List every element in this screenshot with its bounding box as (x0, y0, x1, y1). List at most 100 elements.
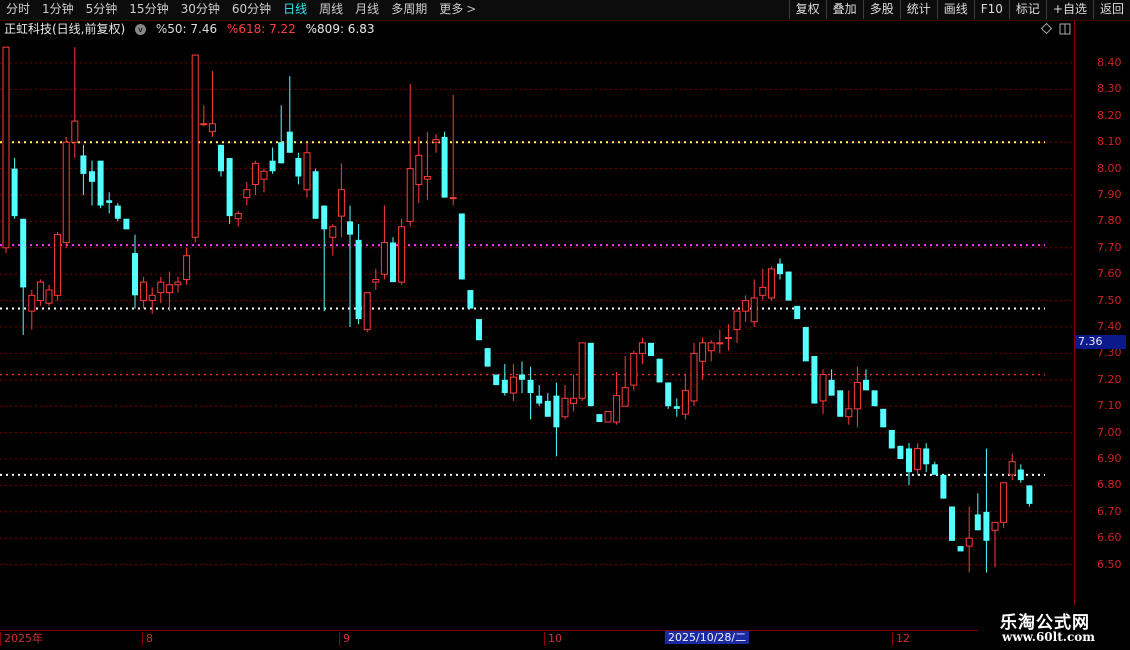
candle[interactable] (724, 324, 732, 351)
candle[interactable] (493, 374, 500, 386)
candle[interactable] (949, 506, 955, 541)
candle[interactable] (1000, 482, 1008, 528)
candle[interactable] (509, 363, 517, 401)
candle[interactable] (355, 224, 362, 325)
candle[interactable] (114, 202, 121, 222)
candle[interactable] (183, 247, 191, 285)
candle[interactable] (11, 158, 18, 219)
candle[interactable] (71, 47, 79, 159)
candle[interactable] (380, 205, 388, 280)
candle[interactable] (390, 237, 396, 283)
candle[interactable] (863, 369, 869, 391)
candle[interactable] (36, 279, 44, 306)
candle[interactable] (218, 144, 224, 177)
candle[interactable] (648, 342, 654, 357)
candle[interactable] (140, 276, 148, 309)
candle[interactable] (871, 390, 878, 407)
candle[interactable] (1008, 453, 1016, 481)
candle[interactable] (544, 393, 551, 417)
candle[interactable] (845, 390, 853, 425)
candle[interactable] (449, 94, 457, 206)
candle[interactable] (604, 410, 612, 423)
candle[interactable] (28, 290, 36, 330)
candle[interactable] (165, 271, 173, 312)
candle[interactable] (536, 385, 543, 407)
candle[interactable] (707, 340, 715, 362)
candle[interactable] (742, 295, 750, 322)
candle[interactable] (123, 218, 130, 230)
candle[interactable] (432, 134, 440, 153)
candle[interactable] (880, 408, 887, 428)
candle[interactable] (811, 356, 818, 404)
candlestick-chart[interactable] (0, 0, 1074, 630)
candle[interactable] (62, 136, 70, 248)
candle[interactable] (89, 160, 95, 206)
candle[interactable] (759, 268, 767, 301)
candle[interactable] (965, 506, 973, 573)
candle[interactable] (106, 192, 113, 214)
back-button[interactable]: 返回 (1092, 0, 1130, 19)
candle[interactable] (733, 308, 741, 343)
candle[interactable] (321, 205, 328, 312)
candle[interactable] (1017, 464, 1024, 483)
candle[interactable] (681, 374, 689, 420)
candle[interactable] (888, 429, 895, 449)
candle[interactable] (699, 337, 707, 380)
candle[interactable] (329, 224, 337, 256)
candle[interactable] (561, 385, 569, 420)
candle[interactable] (673, 398, 680, 417)
candle[interactable] (501, 363, 508, 396)
candle[interactable] (596, 414, 603, 423)
candle[interactable] (484, 348, 491, 367)
candle[interactable] (415, 136, 423, 203)
candle[interactable] (337, 163, 345, 238)
candle[interactable] (97, 160, 104, 209)
candle[interactable] (519, 361, 525, 393)
candle[interactable] (157, 276, 165, 304)
candle[interactable] (638, 337, 646, 364)
candle[interactable] (20, 218, 27, 335)
candle[interactable] (665, 382, 672, 409)
candle[interactable] (347, 205, 353, 327)
candle[interactable] (458, 213, 465, 280)
candle[interactable] (278, 105, 285, 164)
candle[interactable] (621, 356, 629, 407)
candle[interactable] (243, 181, 251, 206)
candle[interactable] (312, 168, 319, 219)
candle[interactable] (295, 152, 302, 185)
candle[interactable] (656, 358, 663, 383)
candle[interactable] (174, 276, 182, 293)
candle[interactable] (226, 158, 233, 225)
candle[interactable] (777, 258, 783, 280)
candle[interactable] (983, 448, 990, 573)
candle[interactable] (613, 371, 621, 425)
candle[interactable] (957, 546, 964, 552)
candle[interactable] (828, 369, 835, 396)
candle[interactable] (931, 461, 938, 475)
candle[interactable] (54, 231, 62, 301)
candle[interactable] (80, 144, 87, 195)
candle[interactable] (750, 279, 758, 327)
candle[interactable] (269, 147, 276, 174)
candle[interactable] (785, 271, 792, 301)
candle[interactable] (819, 369, 827, 415)
candle[interactable] (853, 366, 861, 428)
candle[interactable] (630, 350, 638, 391)
candle[interactable] (578, 342, 586, 401)
candle[interactable] (923, 443, 930, 473)
candle[interactable] (251, 160, 259, 195)
candle[interactable] (476, 319, 482, 341)
candle[interactable] (2, 46, 10, 254)
candle[interactable] (372, 268, 380, 291)
candle[interactable] (260, 168, 268, 193)
candle[interactable] (234, 210, 242, 227)
candle[interactable] (553, 382, 560, 457)
candle[interactable] (690, 342, 698, 407)
candle[interactable] (716, 329, 724, 354)
candle[interactable] (208, 70, 216, 137)
candle[interactable] (767, 266, 775, 301)
candle[interactable] (191, 54, 199, 243)
candle[interactable] (363, 292, 371, 333)
candle[interactable] (45, 284, 53, 306)
candle[interactable] (897, 445, 904, 459)
